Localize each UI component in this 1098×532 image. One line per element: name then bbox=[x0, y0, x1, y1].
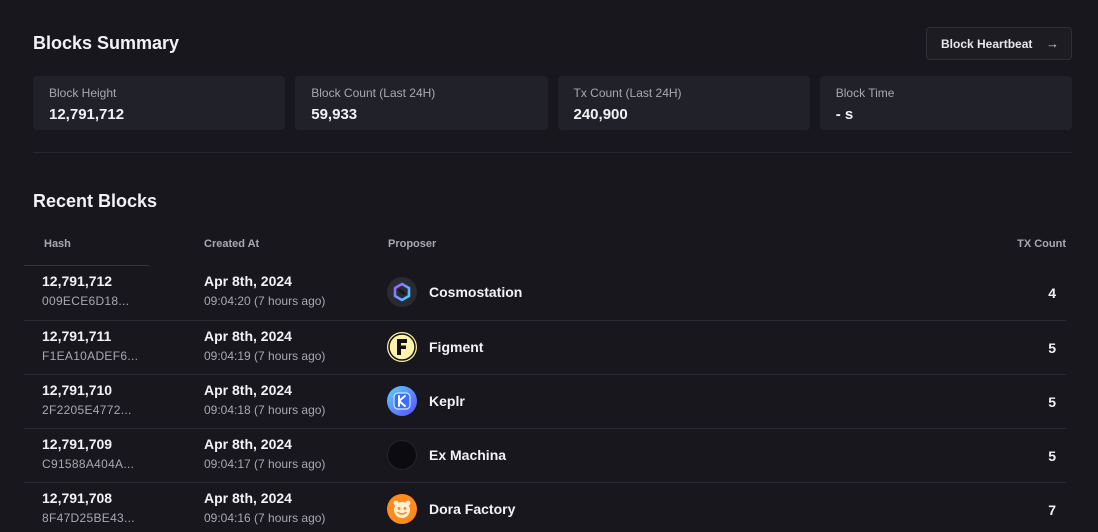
stat-card-block-count: Block Count (Last 24H) 59,933 bbox=[295, 76, 548, 130]
created-date: Apr 8th, 2024 bbox=[204, 490, 292, 506]
hash-cell: 12,791,708 8F47D25BE43... bbox=[42, 490, 135, 525]
keplr-logo-icon bbox=[387, 386, 417, 416]
section-divider bbox=[33, 152, 1072, 153]
proposer-name[interactable]: Dora Factory bbox=[429, 501, 515, 517]
column-header-tx-count: TX Count bbox=[1017, 238, 1066, 250]
block-height-link[interactable]: 12,791,708 bbox=[42, 490, 135, 506]
table-row[interactable]: 12,791,711 F1EA10ADEF6... Apr 8th, 2024 … bbox=[24, 320, 1066, 374]
figment-logo-icon bbox=[387, 332, 417, 362]
stat-value: - s bbox=[835, 106, 854, 123]
arrow-right-icon: → bbox=[1046, 36, 1059, 51]
block-hash-link[interactable]: 009ECE6D18... bbox=[42, 294, 129, 308]
blocks-page: Blocks Summary Block Heartbeat → Block H… bbox=[0, 0, 1098, 532]
tx-count: 5 bbox=[1048, 394, 1056, 410]
hash-cell: 12,791,709 C91588A404A... bbox=[42, 436, 134, 471]
block-heartbeat-button[interactable]: Block Heartbeat → bbox=[926, 27, 1072, 60]
table-row[interactable]: 12,791,712 009ECE6D18... Apr 8th, 2024 0… bbox=[24, 266, 1066, 320]
created-time: 09:04:18 (7 hours ago) bbox=[204, 403, 326, 417]
table-row[interactable]: 12,791,710 2F2205E4772... Apr 8th, 2024 … bbox=[24, 374, 1066, 428]
proposer-name[interactable]: Keplr bbox=[429, 393, 465, 409]
created-date: Apr 8th, 2024 bbox=[204, 273, 292, 289]
summary-stats: Block Height 12,791,712 Block Count (Las… bbox=[33, 76, 1072, 130]
proposer-cell[interactable]: Ex Machina bbox=[387, 440, 506, 470]
stat-label: Tx Count (Last 24H) bbox=[573, 86, 682, 100]
hash-cell: 12,791,710 2F2205E4772... bbox=[42, 382, 132, 417]
recent-blocks-title: Recent Blocks bbox=[33, 191, 158, 211]
tx-count: 5 bbox=[1048, 340, 1056, 356]
proposer-name[interactable]: Cosmostation bbox=[429, 284, 522, 300]
table-row[interactable]: 12,791,709 C91588A404A... Apr 8th, 2024 … bbox=[24, 428, 1066, 482]
created-time: 09:04:17 (7 hours ago) bbox=[204, 457, 326, 471]
summary-header: Blocks Summary Block Heartbeat → bbox=[33, 27, 1072, 60]
dora-factory-logo-icon bbox=[387, 494, 417, 524]
block-hash-link[interactable]: C91588A404A... bbox=[42, 457, 134, 471]
cosmostation-logo-icon bbox=[387, 277, 417, 307]
ex-machina-logo-icon bbox=[387, 440, 417, 470]
created-date: Apr 8th, 2024 bbox=[204, 436, 292, 452]
stat-label: Block Time bbox=[835, 86, 895, 100]
proposer-name[interactable]: Figment bbox=[429, 339, 483, 355]
proposer-cell[interactable]: Keplr bbox=[387, 386, 465, 416]
column-header-hash[interactable]: Hash bbox=[44, 238, 71, 250]
created-cell: Apr 8th, 2024 09:04:18 (7 hours ago) bbox=[204, 382, 325, 417]
stat-card-tx-count: Tx Count (Last 24H) 240,900 bbox=[557, 76, 810, 130]
tx-count: 4 bbox=[1048, 285, 1056, 301]
block-height-link[interactable]: 12,791,709 bbox=[42, 436, 134, 452]
proposer-cell[interactable]: Cosmostation bbox=[387, 277, 522, 307]
created-time: 09:04:16 (7 hours ago) bbox=[204, 511, 326, 525]
proposer-cell[interactable]: Dora Factory bbox=[387, 494, 515, 524]
stat-value: 12,791,712 bbox=[49, 106, 125, 123]
block-height-link[interactable]: 12,791,710 bbox=[42, 382, 132, 398]
created-cell: Apr 8th, 2024 09:04:19 (7 hours ago) bbox=[204, 328, 325, 363]
tx-count: 5 bbox=[1048, 448, 1056, 464]
created-cell: Apr 8th, 2024 09:04:17 (7 hours ago) bbox=[204, 436, 325, 471]
block-hash-link[interactable]: 2F2205E4772... bbox=[42, 403, 132, 417]
stat-value: 59,933 bbox=[311, 106, 358, 123]
created-date: Apr 8th, 2024 bbox=[204, 382, 292, 398]
table-row[interactable]: 12,791,708 8F47D25BE43... Apr 8th, 2024 … bbox=[24, 482, 1066, 532]
proposer-cell[interactable]: Figment bbox=[387, 332, 483, 362]
recent-blocks-table: 12,791,712 009ECE6D18... Apr 8th, 2024 0… bbox=[24, 266, 1066, 532]
block-height-link[interactable]: 12,791,712 bbox=[42, 273, 129, 289]
created-cell: Apr 8th, 2024 09:04:16 (7 hours ago) bbox=[204, 490, 325, 525]
stat-label: Block Count (Last 24H) bbox=[311, 86, 436, 100]
column-header-proposer: Proposer bbox=[388, 238, 437, 250]
stat-card-block-height: Block Height 12,791,712 bbox=[33, 76, 286, 130]
hash-cell: 12,791,712 009ECE6D18... bbox=[42, 273, 129, 308]
column-header-created-at: Created At bbox=[204, 238, 260, 250]
created-time: 09:04:20 (7 hours ago) bbox=[204, 294, 326, 308]
stat-card-block-time: Block Time - s bbox=[819, 76, 1072, 130]
block-height-link[interactable]: 12,791,711 bbox=[42, 328, 138, 344]
block-hash-link[interactable]: 8F47D25BE43... bbox=[42, 511, 135, 525]
summary-title: Blocks Summary bbox=[33, 33, 180, 53]
hash-cell: 12,791,711 F1EA10ADEF6... bbox=[42, 328, 138, 363]
stat-label: Block Height bbox=[49, 86, 117, 100]
stat-value: 240,900 bbox=[573, 106, 628, 123]
proposer-name[interactable]: Ex Machina bbox=[429, 447, 506, 463]
created-cell: Apr 8th, 2024 09:04:20 (7 hours ago) bbox=[204, 273, 325, 308]
created-date: Apr 8th, 2024 bbox=[204, 328, 292, 344]
tx-count: 7 bbox=[1048, 502, 1056, 518]
block-hash-link[interactable]: F1EA10ADEF6... bbox=[42, 349, 138, 363]
block-heartbeat-label: Block Heartbeat bbox=[941, 36, 1033, 51]
created-time: 09:04:19 (7 hours ago) bbox=[204, 349, 326, 363]
